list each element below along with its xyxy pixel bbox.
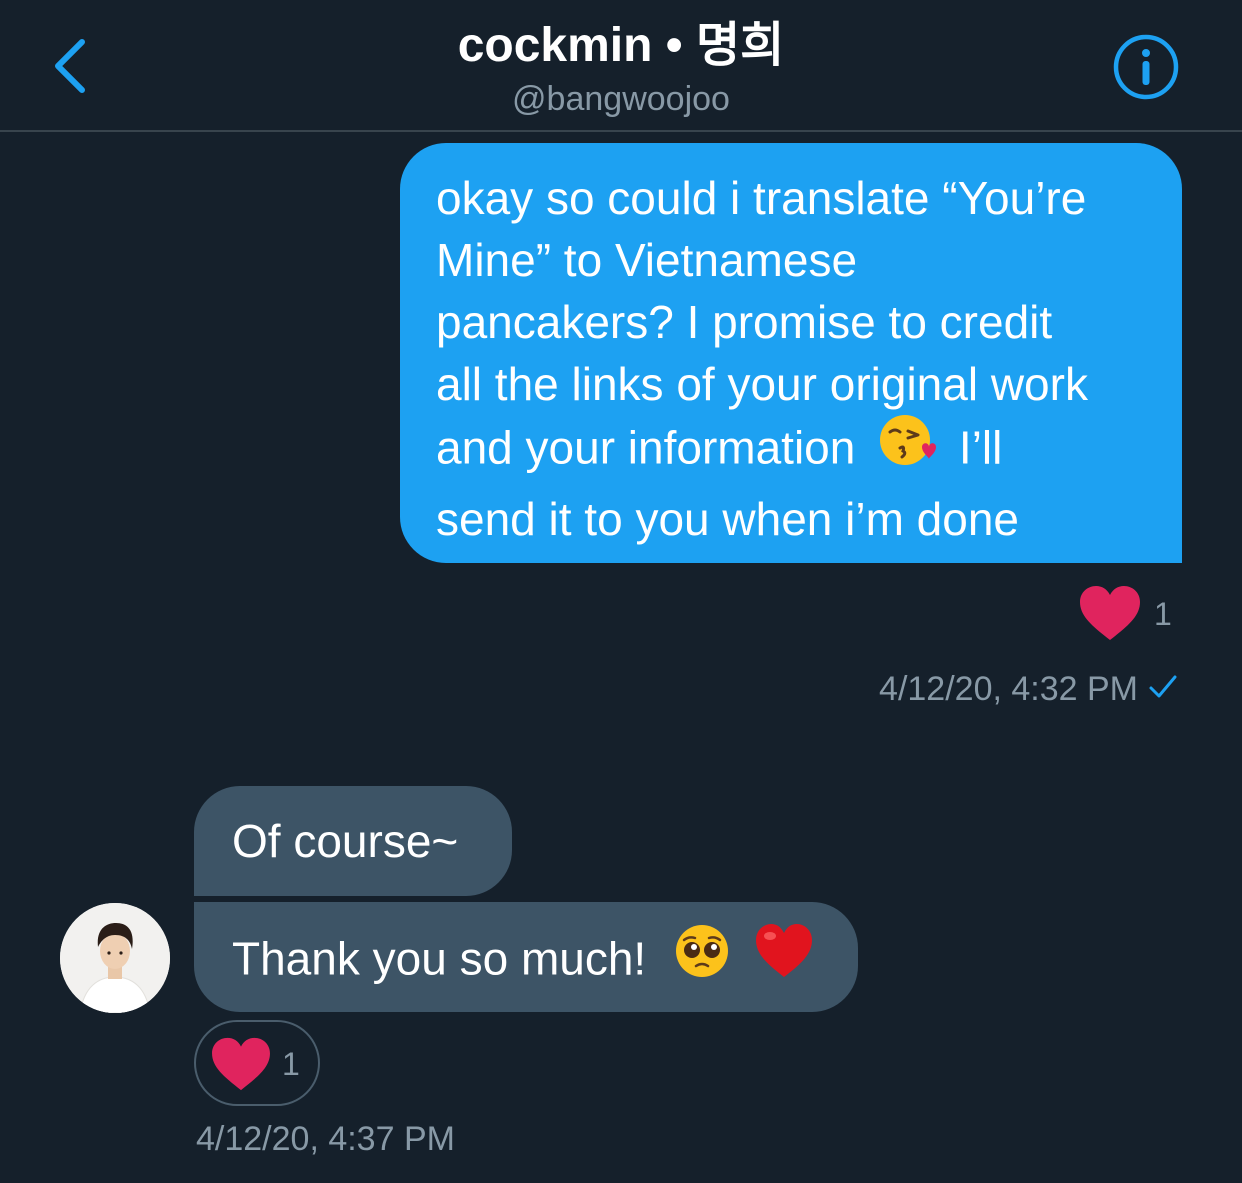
message-line: pancakers? I promise to credit <box>436 296 1053 348</box>
heart-icon <box>1080 586 1140 640</box>
incoming-message-bubble[interactable]: Thank you so much! <box>194 902 858 1012</box>
checkmark-icon <box>1149 675 1177 698</box>
reaction-count: 1 <box>1154 596 1172 632</box>
heart-reaction[interactable]: 1 <box>1078 584 1178 646</box>
heart-reaction[interactable]: 1 <box>194 1020 320 1106</box>
message-text: Of course~ <box>232 815 459 867</box>
message-line: all the links of your original work <box>436 358 1088 410</box>
pleading-face-emoji <box>673 922 731 995</box>
message-line: send it to you when i’m done <box>436 493 1020 545</box>
message-line: Mine” to Vietnamese <box>436 234 858 286</box>
message-line: and your information I’ll <box>436 415 1146 488</box>
message-text: Thank you so much! <box>232 932 647 985</box>
kissing-heart-emoji <box>878 411 937 484</box>
red-heart-emoji <box>754 922 814 995</box>
avatar[interactable] <box>60 903 170 1013</box>
heart-icon <box>212 1037 270 1091</box>
incoming-message-bubble[interactable]: Of course~ <box>194 786 512 896</box>
message-timestamp: 4/12/20, 4:37 PM <box>196 1120 455 1158</box>
info-button[interactable] <box>1112 33 1180 101</box>
conversation-header: cockmin • 명희 @bangwoojoo <box>0 0 1242 132</box>
info-icon <box>1113 34 1179 100</box>
reaction-count: 1 <box>282 1046 300 1082</box>
message-text: and your information <box>436 421 856 474</box>
message-text: I’ll <box>958 421 1003 474</box>
conversation-handle[interactable]: @bangwoojoo <box>0 78 1242 120</box>
conversation-title[interactable]: cockmin • 명희 <box>0 18 1242 74</box>
message-timestamp: 4/12/20, 4:32 PM <box>879 670 1138 708</box>
message-line: okay so could i translate “You’re <box>436 172 1087 224</box>
outgoing-message-bubble[interactable]: okay so could i translate “You’re Mine” … <box>400 143 1182 563</box>
